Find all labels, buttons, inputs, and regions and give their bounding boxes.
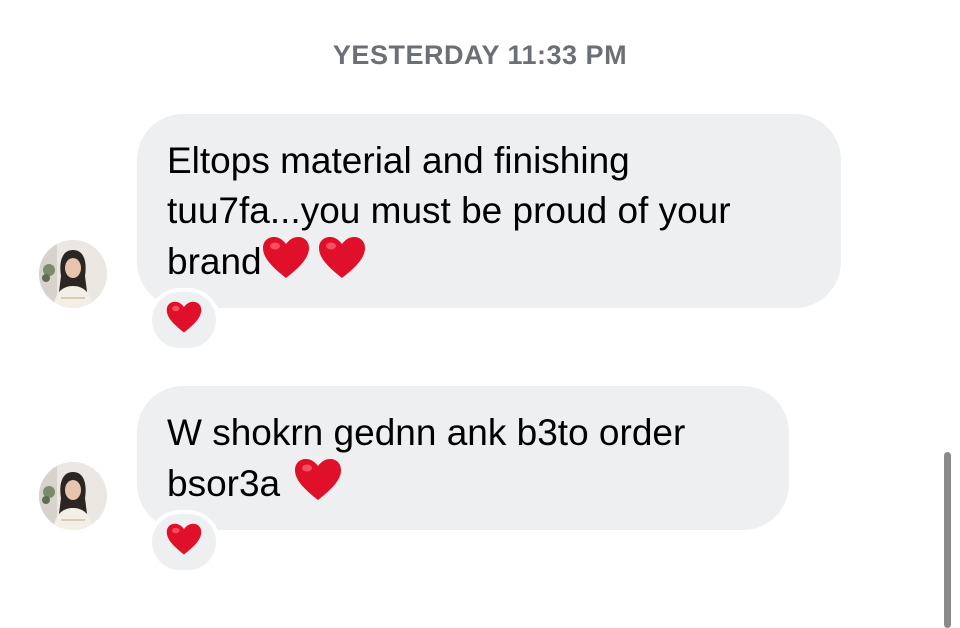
heart-reaction[interactable]	[148, 288, 220, 352]
message-line: brand	[167, 236, 811, 287]
message-bubble[interactable]: W shokrn gednn ank b3to order bsor3a	[137, 386, 789, 530]
message-line: Eltops material and finishing	[167, 140, 630, 181]
heart-reaction[interactable]	[148, 510, 220, 574]
message-line: tuu7fa...you must be proud of your	[167, 190, 731, 231]
message-bubble[interactable]: Eltops material and finishing tuu7fa...y…	[137, 114, 841, 308]
sender-avatar[interactable]	[39, 462, 107, 530]
chat-thread: YESTERDAY 11:33 PM Eltops material and f…	[0, 0, 960, 628]
scrollbar-thumb[interactable]	[944, 452, 951, 628]
red-heart-icon	[166, 523, 202, 561]
message-line-text: bsor3a	[167, 463, 281, 504]
heart-emoji-icon	[294, 458, 342, 502]
message-timestamp: YESTERDAY 11:33 PM	[332, 40, 628, 70]
heart-emoji-icon	[262, 236, 310, 280]
red-heart-icon	[166, 301, 202, 339]
heart-emoji-icon	[318, 236, 366, 280]
message-line-text: brand	[167, 241, 262, 282]
sender-avatar[interactable]	[39, 240, 107, 308]
message-line: bsor3a	[167, 458, 759, 509]
message-line: W shokrn gednn ank b3to order	[167, 412, 686, 453]
